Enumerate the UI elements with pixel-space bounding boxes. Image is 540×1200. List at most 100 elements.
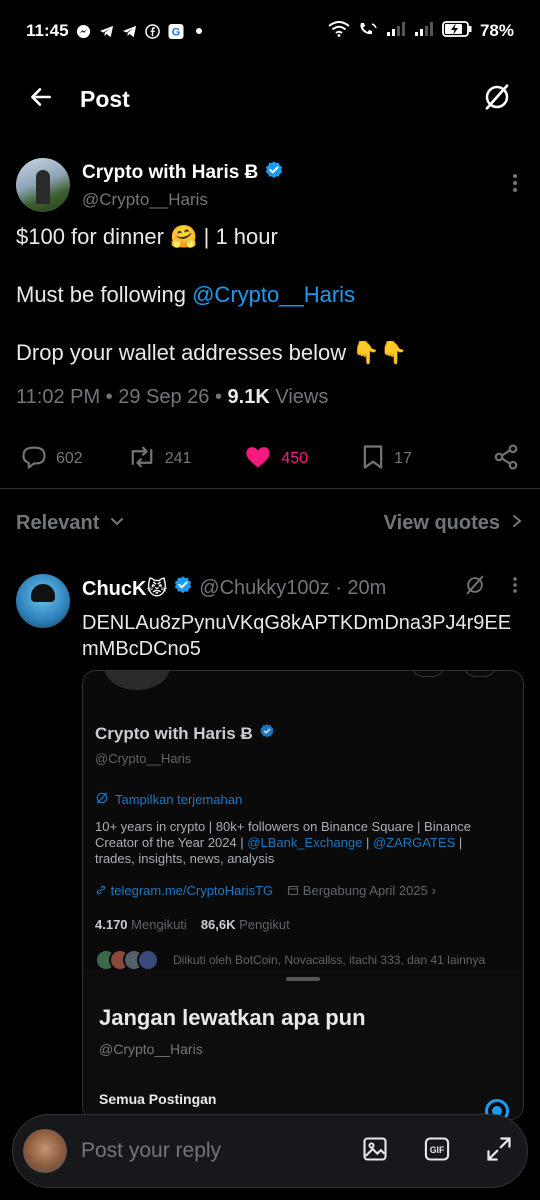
embedded-translate: Tampilkan terjemahan [95,791,242,808]
svg-text:G: G [171,26,180,38]
embedded-followed-by: Diikuti oleh BotCoin, Novacallss, itachi… [95,949,485,971]
verified-badge-icon [264,160,284,186]
sort-dropdown[interactable]: Relevant [16,512,125,535]
sheet-title: Jangan lewatkan apa pun [99,1005,366,1030]
translate-icon [95,791,109,808]
page-title: Post [80,85,130,112]
following-label: Mengikuti [131,917,187,932]
link-text: telegram.me/CryptoHarisTG [110,883,274,898]
status-bar: 11:45 G 78% [0,0,540,62]
share-button[interactable] [492,443,520,476]
post-author: Crypto with Haris Ƀ @Crypto__Haris [16,150,524,220]
embedded-button [411,671,445,677]
wifi-icon [328,20,350,42]
view-quotes-link[interactable]: View quotes [384,512,524,535]
embedded-name: Crypto with Haris Ƀ [95,723,275,744]
signal-icon [414,21,434,42]
mini-avatar [137,949,159,971]
reply-composer[interactable]: Post your reply GIF [12,1114,528,1188]
signal-icon [386,21,406,42]
view-quotes-label: View quotes [383,511,500,534]
chevron-right-icon [510,512,524,535]
like-count: 450 [281,450,309,467]
sort-label: Relevant [16,511,100,534]
image-icon[interactable] [361,1135,389,1168]
post-line: Must be following @Crypto__Haris [16,280,524,310]
messenger-icon [76,23,92,39]
facebook-icon [145,23,161,39]
post-timestamp: 11:02 PM • 29 Sep 26 • [16,386,228,408]
reply-author-name[interactable]: ChucK😾 [82,576,167,601]
telegram-icon [99,23,115,39]
repost-count: 241 [164,450,192,467]
post-actions: 602 241 450 17 [16,439,524,479]
grok-icon[interactable] [482,82,512,117]
divider [0,488,540,489]
verified-badge-icon [173,575,193,601]
grok-icon[interactable] [464,574,486,602]
bio-mention: @ZARGATES [372,835,456,850]
avatar[interactable] [16,574,70,628]
reply-icon [20,443,48,476]
reply-image[interactable]: Crypto with Haris Ƀ @Crypto__Haris Tampi… [82,670,524,1120]
post-line-text: Must be following [16,282,193,307]
embedded-handle: @Crypto__Haris [95,751,192,766]
chevron-down-icon [109,512,125,535]
top-app-bar: Post [0,70,540,128]
verified-badge-icon [259,723,275,744]
following-count: 4.170 [95,917,128,932]
bookmark-count: 17 [394,450,412,467]
views-label: Views [269,386,329,408]
mention-link[interactable]: @Crypto__Haris [192,282,355,307]
embedded-follow-counts: 4.170 Mengikuti 86,6K Pengikut [95,917,290,932]
main-post: Crypto with Haris Ƀ @Crypto__Haris $100 … [16,150,524,479]
sheet-handle: @Crypto__Haris [99,1041,203,1057]
embedded-links: telegram.me/CryptoHarisTG Bergabung Apri… [95,883,436,898]
bookmark-button[interactable]: 17 [360,443,412,476]
wifi-calling-icon [358,21,378,42]
battery-icon [442,20,472,42]
embedded-link: telegram.me/CryptoHarisTG [95,883,273,898]
gif-icon[interactable]: GIF [423,1135,451,1168]
followers-count: 86,6K [200,917,236,932]
more-options-icon[interactable] [512,173,524,197]
reply-button[interactable]: 602 [20,443,83,476]
bio-text: | [362,835,373,850]
back-arrow-icon[interactable] [28,84,54,115]
status-time: 11:45 [26,21,69,40]
more-options-icon[interactable] [512,576,518,600]
bookmark-icon [360,443,386,476]
author-name[interactable]: Crypto with Haris Ƀ [82,162,258,184]
expand-icon[interactable] [485,1135,513,1168]
embedded-name-text: Crypto with Haris Ƀ [95,723,253,743]
google-icon: G [168,23,184,39]
reply-handle-time[interactable]: @Chukky100z · 20m [199,577,386,600]
post-meta: 11:02 PM • 29 Sep 26 • 9.1K Views [16,386,524,409]
reply-count: 602 [56,450,83,467]
reply-input[interactable]: Post your reply [81,1139,221,1163]
joined-text: Bergabung April 2025 [302,883,428,898]
avatar [23,1129,67,1173]
followers-label: Pengikut [239,917,290,932]
followed-by-text: Diikuti oleh BotCoin, Novacallss, itachi… [173,953,486,967]
avatar[interactable] [16,158,70,212]
like-button[interactable]: 450 [243,443,308,476]
sheet-grab-handle [286,977,320,981]
share-icon [492,443,520,476]
dot-icon [191,23,207,39]
author-handle[interactable]: @Crypto__Haris [82,190,284,210]
translate-label: Tampilkan terjemahan [115,792,243,807]
reply-post[interactable]: ChucK😾 @Chukky100z · 20m DENLAu8zPynuVKq… [16,566,524,662]
telegram-icon [122,23,138,39]
repost-icon [127,443,157,476]
views-count[interactable]: 9.1K [228,386,270,408]
replies-sort-bar: Relevant View quotes [16,500,524,546]
bio-mention: @LBank_Exchange [247,835,363,850]
reply-header: ChucK😾 @Chukky100z · 20m [82,566,524,610]
repost-button[interactable]: 241 [127,443,192,476]
gif-label: GIF [430,1145,445,1155]
post-line: $100 for dinner 🤗 | 1 hour [16,224,278,249]
battery-percent: 78% [479,21,514,40]
embedded-joined: Bergabung April 2025 › [287,883,436,898]
post-line: Drop your wallet addresses below 👇👇 [16,340,408,365]
